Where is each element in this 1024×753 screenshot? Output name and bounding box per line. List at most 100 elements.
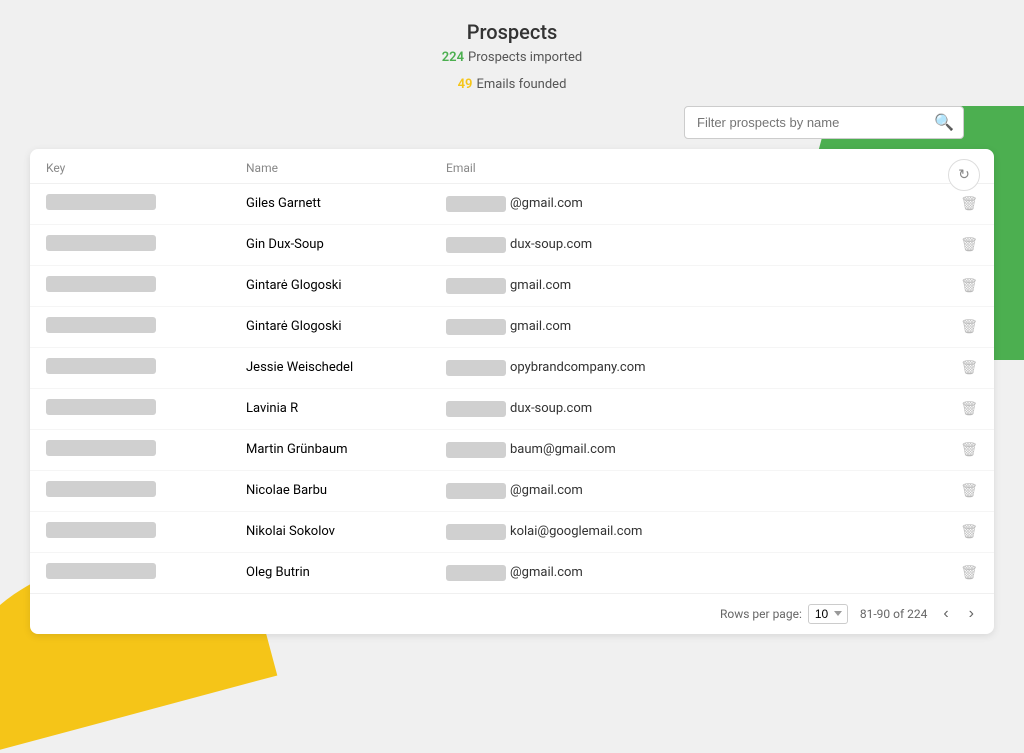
cell-email: opybrandcompany.com xyxy=(430,347,944,388)
next-page-button[interactable]: › xyxy=(965,604,978,624)
key-placeholder xyxy=(46,358,156,374)
cell-delete[interactable]: 🗑 xyxy=(944,388,994,429)
table-row: Gin Dux-Soupdux-soup.com🗑 xyxy=(30,224,994,265)
refresh-button[interactable]: ↻ xyxy=(948,159,980,191)
delete-icon[interactable]: 🗑 xyxy=(960,442,978,458)
key-placeholder xyxy=(46,276,156,292)
email-suffix: dux-soup.com xyxy=(510,237,592,252)
cell-email: kolai@googlemail.com xyxy=(430,511,944,552)
cell-email: gmail.com xyxy=(430,265,944,306)
page-info: 81-90 of 224 xyxy=(860,607,928,621)
delete-icon[interactable]: 🗑 xyxy=(960,278,978,294)
cell-name: Gintarė Glogoski xyxy=(230,306,430,347)
rows-per-page-select[interactable]: 10 5 25 50 xyxy=(808,604,848,624)
table-row: Gintarė Glogoskigmail.com 🗑 xyxy=(30,265,994,306)
cell-delete[interactable]: 🗑 xyxy=(944,511,994,552)
delete-icon[interactable]: 🗑 xyxy=(960,483,978,499)
cell-name: Gintarė Glogoski xyxy=(230,265,430,306)
delete-icon[interactable]: 🗑 xyxy=(960,524,978,540)
table-header-row: Key Name Email xyxy=(30,149,994,184)
delete-icon[interactable]: 🗑 xyxy=(960,360,978,376)
email-prefix-placeholder xyxy=(446,319,506,335)
table-row: Nikolai Sokolovkolai@googlemail.com🗑 xyxy=(30,511,994,552)
cell-name: Lavinia R xyxy=(230,388,430,429)
rows-per-page-label: Rows per page: xyxy=(720,607,802,621)
header-stats: 224 Prospects imported 49 Emails founded xyxy=(0,48,1024,96)
emails-count: 49 xyxy=(458,75,473,96)
delete-icon[interactable]: 🗑 xyxy=(960,401,978,417)
cell-key xyxy=(30,347,230,388)
prospects-label: Prospects imported xyxy=(468,48,582,69)
cell-name: Martin Grünbaum xyxy=(230,429,430,470)
table-row: Nicolae Barbu@gmail.com 🗑 xyxy=(30,470,994,511)
col-name: Name xyxy=(230,149,430,184)
email-suffix: kolai@googlemail.com xyxy=(510,524,642,539)
cell-key xyxy=(30,429,230,470)
page-header: Prospects 224 Prospects imported 49 Emai… xyxy=(0,0,1024,106)
prospects-table: Key Name Email Giles Garnett@gmail.com🗑G… xyxy=(30,149,994,593)
cell-name: Jessie Weischedel xyxy=(230,347,430,388)
delete-icon[interactable]: 🗑 xyxy=(960,237,978,253)
prospects-count: 224 xyxy=(442,48,464,69)
email-suffix: gmail.com xyxy=(510,319,571,334)
cell-key xyxy=(30,224,230,265)
email-prefix-placeholder xyxy=(446,524,506,540)
table-row: Oleg Butrin @gmail.com 🗑 xyxy=(30,552,994,593)
key-placeholder xyxy=(46,317,156,333)
email-suffix: dux-soup.com xyxy=(510,401,592,416)
cell-delete[interactable]: 🗑 xyxy=(944,470,994,511)
delete-icon[interactable]: 🗑 xyxy=(960,565,978,581)
cell-name: Oleg Butrin xyxy=(230,552,430,593)
cell-name: Nicolae Barbu xyxy=(230,470,430,511)
key-placeholder xyxy=(46,235,156,251)
email-prefix-placeholder xyxy=(446,442,506,458)
toolbar-row: 🔍 xyxy=(0,106,1024,149)
cell-email: @gmail.com xyxy=(430,470,944,511)
col-email: Email xyxy=(430,149,944,184)
prospects-stat: 224 Prospects imported xyxy=(442,48,583,69)
green-shape-right xyxy=(994,160,1024,360)
cell-delete[interactable]: 🗑 xyxy=(944,347,994,388)
search-container: 🔍 xyxy=(684,106,964,139)
prev-page-button[interactable]: ‹ xyxy=(939,604,952,624)
email-suffix: @gmail.com xyxy=(510,565,583,580)
cell-email: gmail.com xyxy=(430,306,944,347)
delete-icon[interactable]: 🗑 xyxy=(960,319,978,335)
cell-key xyxy=(30,470,230,511)
rows-per-page-container: Rows per page: 10 5 25 50 xyxy=(720,604,848,624)
email-prefix-placeholder xyxy=(446,360,506,376)
table-row: Martin Grünbaumbaum@gmail.com🗑 xyxy=(30,429,994,470)
emails-stat: 49 Emails founded xyxy=(458,75,567,96)
email-prefix-placeholder xyxy=(446,278,506,294)
table-row: Lavinia R dux-soup.com 🗑 xyxy=(30,388,994,429)
search-input[interactable] xyxy=(684,106,964,139)
refresh-icon: ↻ xyxy=(958,166,970,183)
cell-delete[interactable]: 🗑 xyxy=(944,224,994,265)
cell-delete[interactable]: 🗑 xyxy=(944,429,994,470)
page-title: Prospects xyxy=(0,20,1024,44)
delete-icon[interactable]: 🗑 xyxy=(960,196,978,212)
table-row: Jessie Weischedel opybrandcompany.com 🗑 xyxy=(30,347,994,388)
key-placeholder xyxy=(46,194,156,210)
key-placeholder xyxy=(46,563,156,579)
table-row: Gintarė Glogoski gmail.com 🗑 xyxy=(30,306,994,347)
cell-delete[interactable]: 🗑 xyxy=(944,265,994,306)
cell-delete[interactable]: 🗑 xyxy=(944,306,994,347)
pagination: Rows per page: 10 5 25 50 81-90 of 224 ‹… xyxy=(30,593,994,634)
cell-key xyxy=(30,388,230,429)
email-prefix-placeholder xyxy=(446,196,506,212)
cell-email: @gmail.com xyxy=(430,552,944,593)
cell-key xyxy=(30,552,230,593)
email-suffix: opybrandcompany.com xyxy=(510,360,646,375)
cell-email: dux-soup.com xyxy=(430,224,944,265)
table-row: Giles Garnett@gmail.com 🗑 xyxy=(30,183,994,224)
table-container: ↻ Key Name Email Giles Garnett@gmail.com… xyxy=(30,149,994,634)
cell-delete[interactable]: 🗑 xyxy=(944,552,994,593)
col-key: Key xyxy=(30,149,230,184)
cell-email: @gmail.com xyxy=(430,183,944,224)
cell-key xyxy=(30,306,230,347)
email-prefix-placeholder xyxy=(446,483,506,499)
cell-name: Giles Garnett xyxy=(230,183,430,224)
email-prefix-placeholder xyxy=(446,401,506,417)
email-prefix-placeholder xyxy=(446,237,506,253)
